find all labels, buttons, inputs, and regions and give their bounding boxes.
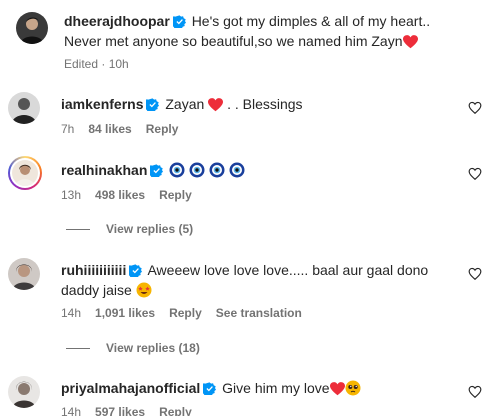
- comment-4-time: 14h: [61, 405, 82, 416]
- avatar-dheerajdhoopar[interactable]: [16, 12, 48, 44]
- avatar-realhinakhan[interactable]: [8, 156, 42, 190]
- comment-4-likes[interactable]: 597 likes: [95, 405, 145, 416]
- avatar-iamkenferns[interactable]: [8, 92, 40, 124]
- comment-2-likes[interactable]: 498 likes: [95, 188, 145, 202]
- comment-3-text: ruhiiiiiiiiiii Aweeew love love love....…: [61, 260, 451, 300]
- verified-badge-icon: [203, 382, 217, 395]
- comment-3-reply-button[interactable]: Reply: [169, 306, 202, 320]
- comment-3-likes[interactable]: 1,091 likes: [95, 306, 155, 320]
- comment-3-body-line1: Aweeew love love love..... baal aur gaal…: [147, 262, 429, 278]
- like-heart-icon[interactable]: [468, 167, 482, 181]
- comment-1-likes[interactable]: 84 likes: [88, 122, 131, 136]
- caption-line1: He's got my dimples & all of my heart..: [191, 13, 431, 29]
- avatar-ruhiiiiiiiiiii[interactable]: [8, 258, 40, 290]
- comment-3-see-translation[interactable]: See translation: [216, 306, 302, 320]
- evil-eye-emoji: [189, 162, 205, 178]
- comment-1-body-after: . . Blessings: [223, 96, 303, 112]
- comment-3-meta: 14h 1,091 likes Reply See translation: [61, 305, 316, 321]
- evil-eye-emoji: [209, 162, 225, 178]
- comment-2-reply-button[interactable]: Reply: [159, 188, 192, 202]
- view-replies-label[interactable]: View replies (18): [106, 341, 200, 355]
- red-heart-emoji: [208, 98, 224, 112]
- red-heart-emoji: [402, 35, 418, 49]
- comment-1-text: iamkenferns Zayan . . Blessings: [61, 94, 303, 114]
- like-heart-icon[interactable]: [468, 385, 482, 399]
- comment-3-time: 14h: [61, 306, 82, 320]
- caption-text: dheerajdhoopar He's got my dimples & all…: [64, 11, 444, 51]
- comment-2-text: realhinakhan: [61, 160, 245, 180]
- comment-4-username[interactable]: priyalmahajanofficial: [61, 380, 200, 396]
- replies-divider: [66, 228, 90, 230]
- comment-4-body: Give him my love: [222, 380, 330, 396]
- comment-4-meta: 14h 597 likes Reply: [61, 404, 206, 416]
- comment-1-username[interactable]: iamkenferns: [61, 96, 143, 112]
- caption-meta: Edited · 10h: [64, 57, 129, 71]
- comment-3-body-line2: daddy jaise: [61, 282, 132, 298]
- comment-4-reply-button[interactable]: Reply: [159, 405, 192, 416]
- verified-badge-icon: [150, 164, 164, 177]
- verified-badge-icon: [146, 98, 160, 111]
- verified-badge-icon: [129, 264, 143, 277]
- verified-badge-icon: [172, 15, 186, 28]
- comment-1-reply-button[interactable]: Reply: [146, 122, 179, 136]
- star-struck-emoji: [136, 282, 152, 298]
- like-heart-icon[interactable]: [468, 267, 482, 281]
- comment-2-username[interactable]: realhinakhan: [61, 162, 147, 178]
- evil-eye-emoji: [169, 162, 185, 178]
- comment-2-time: 13h: [61, 188, 82, 202]
- comment-1-body: Zayan: [165, 96, 205, 112]
- avatar-priyalmahajanofficial[interactable]: [8, 376, 40, 408]
- caption-line2: Never met anyone so beautiful,so we name…: [64, 33, 403, 49]
- red-heart-emoji: [329, 382, 345, 396]
- replies-divider: [66, 347, 90, 349]
- pleading-face-emoji: [345, 380, 361, 396]
- view-replies-button[interactable]: View replies (5): [66, 222, 193, 236]
- caption-username[interactable]: dheerajdhoopar: [64, 13, 170, 29]
- comment-1-meta: 7h 84 likes Reply: [61, 121, 192, 137]
- view-replies-button[interactable]: View replies (18): [66, 341, 200, 355]
- comment-2-meta: 13h 498 likes Reply: [61, 187, 206, 203]
- like-heart-icon[interactable]: [468, 101, 482, 115]
- comment-1-time: 7h: [61, 122, 75, 136]
- comment-4-text: priyalmahajanofficial Give him my love: [61, 378, 361, 398]
- view-replies-label[interactable]: View replies (5): [106, 222, 193, 236]
- comment-3-username[interactable]: ruhiiiiiiiiiii: [61, 262, 126, 278]
- evil-eye-emoji: [229, 162, 245, 178]
